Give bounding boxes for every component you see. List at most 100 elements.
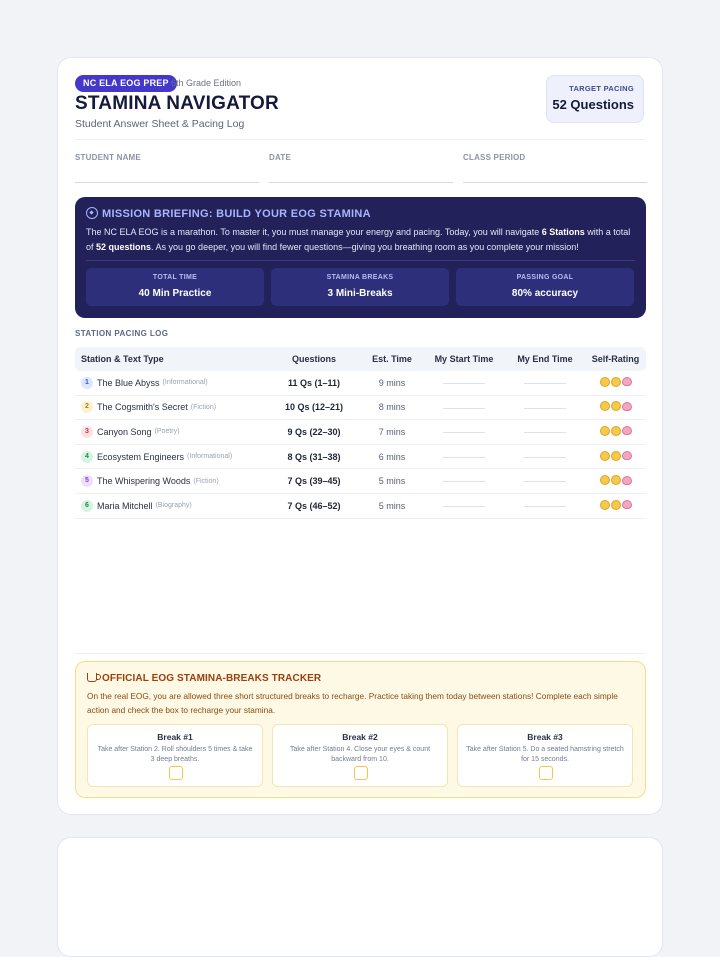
- student-name-line[interactable]: [75, 182, 259, 183]
- break-card-1: Break #1 Take after Station 2. Roll shou…: [87, 724, 263, 787]
- self-rating-cell[interactable]: [585, 475, 646, 487]
- start-time-cell[interactable]: [423, 501, 505, 511]
- station-number-badge: 3: [81, 425, 93, 438]
- smile-face-icon[interactable]: [599, 401, 610, 412]
- table-row: 2 The Cogsmith's Secret (Fiction) 10 Qs (12…: [75, 396, 646, 421]
- questions-cell: 7 Qs (46–52): [287, 500, 341, 511]
- station-number-badge: 1: [81, 376, 93, 389]
- break-desc: Take after Station 5. Do a seated hamstr…: [466, 746, 624, 763]
- date-line[interactable]: [269, 182, 453, 183]
- neutral-face-icon[interactable]: [610, 499, 621, 510]
- end-time-cell[interactable]: [505, 476, 585, 486]
- station-number-badge: 6: [81, 499, 93, 512]
- class-period-line[interactable]: [463, 182, 647, 183]
- neutral-face-icon[interactable]: [610, 425, 621, 436]
- start-time-blank[interactable]: [443, 407, 485, 409]
- end-time-cell[interactable]: [505, 402, 585, 412]
- neutral-face-icon[interactable]: [610, 401, 621, 412]
- brain-icon[interactable]: [621, 401, 632, 411]
- end-time-blank[interactable]: [524, 505, 566, 507]
- brain-icon[interactable]: [621, 426, 632, 436]
- brain-icon[interactable]: [621, 377, 632, 387]
- smile-face-icon[interactable]: [599, 499, 610, 510]
- text-type: (Poetry): [154, 428, 180, 436]
- break-desc: Take after Station 2. Roll shoulders 5 t…: [97, 746, 253, 763]
- start-time-blank[interactable]: [443, 481, 485, 483]
- stat-label: STAMINA BREAKS: [326, 274, 394, 281]
- self-rating-cell[interactable]: [585, 376, 646, 389]
- field-label: STUDENT NAME: [75, 153, 141, 162]
- class-period-field[interactable]: CLASS PERIOD: [463, 153, 647, 183]
- end-time-blank[interactable]: [524, 382, 566, 384]
- start-time-cell[interactable]: [423, 378, 505, 388]
- start-time-cell[interactable]: [423, 402, 505, 412]
- end-time-cell[interactable]: [505, 452, 585, 462]
- neutral-face-icon[interactable]: [610, 450, 621, 461]
- coffee-cup-icon: [87, 673, 101, 682]
- smile-face-icon[interactable]: [599, 425, 610, 436]
- start-time-cell[interactable]: [423, 476, 505, 486]
- end-time-blank[interactable]: [524, 432, 566, 434]
- break-desc: Take after Station 4. Close your eyes & …: [289, 746, 431, 763]
- mission-stations-count: 6 Stations: [541, 227, 585, 237]
- neutral-face-icon[interactable]: [610, 475, 621, 486]
- self-rating-cell[interactable]: [585, 401, 646, 413]
- station-name: The Blue Abyss: [97, 377, 160, 388]
- field-label: CLASS PERIOD: [463, 153, 526, 162]
- smile-face-icon[interactable]: [599, 475, 610, 486]
- col-header-station: Station & Text Type: [81, 354, 164, 364]
- est-time-cell: 5 mins: [378, 500, 406, 511]
- questions-cell: 7 Qs (39–45): [287, 476, 341, 487]
- break-2-checkbox[interactable]: [354, 766, 368, 780]
- break-3-checkbox[interactable]: [539, 766, 553, 780]
- end-time-blank[interactable]: [524, 456, 566, 458]
- date-field[interactable]: DATE: [269, 153, 453, 183]
- log-title: STATION PACING LOG: [75, 329, 169, 338]
- stat-total-time: TOTAL TIME 40 Min Practice: [86, 268, 264, 306]
- stat-value: 40 Min Practice: [138, 288, 212, 299]
- self-rating-cell[interactable]: [585, 499, 646, 512]
- est-time-cell: 7 mins: [378, 426, 406, 437]
- break-title: Break #2: [342, 732, 378, 742]
- brain-icon[interactable]: [621, 475, 632, 485]
- start-time-blank[interactable]: [443, 456, 485, 458]
- start-time-cell[interactable]: [423, 452, 505, 462]
- station-cell: 6 Maria Mitchell (Biography): [75, 499, 267, 512]
- stat-value: 80% accuracy: [511, 288, 579, 299]
- col-header-est-time: Est. Time: [372, 354, 412, 364]
- start-time-blank[interactable]: [443, 382, 485, 384]
- col-header-end-time: My End Time: [517, 354, 573, 364]
- table-row: 5 The Whispering Woods (Fiction) 7 Qs (39–4…: [75, 469, 646, 494]
- end-time-cell[interactable]: [505, 427, 585, 437]
- end-time-blank[interactable]: [524, 481, 566, 483]
- col-header-questions: Questions: [291, 354, 336, 364]
- next-page-card: [57, 837, 663, 957]
- brain-icon[interactable]: [621, 451, 632, 461]
- neutral-face-icon[interactable]: [610, 376, 621, 387]
- self-rating-cell[interactable]: [585, 450, 646, 463]
- self-rating-cell[interactable]: [585, 425, 646, 438]
- station-cell: 2 The Cogsmith's Secret (Fiction): [75, 401, 267, 414]
- start-time-blank[interactable]: [443, 432, 485, 434]
- mission-questions-count: 52 questions: [96, 241, 152, 252]
- start-time-cell[interactable]: [423, 427, 505, 437]
- end-time-cell[interactable]: [505, 378, 585, 388]
- mission-text-part: The NC ELA EOG is a marathon. To master …: [86, 227, 542, 237]
- questions-cell: 9 Qs (22–30): [287, 426, 341, 437]
- stat-passing-goal: PASSING GOAL 80% accuracy: [456, 268, 634, 306]
- table-row: 6 Maria Mitchell (Biography) 7 Qs (46–52) 5 …: [75, 494, 646, 519]
- target-pacing-value: 52 Questions: [552, 97, 634, 112]
- start-time-blank[interactable]: [443, 505, 485, 507]
- end-time-cell[interactable]: [505, 501, 585, 511]
- compass-icon: [86, 207, 98, 219]
- student-name-field[interactable]: STUDENT NAME: [75, 153, 259, 183]
- brain-icon[interactable]: [621, 500, 632, 510]
- station-cell: 1 The Blue Abyss (Informational): [75, 376, 267, 389]
- questions-cell: 8 Qs (31–38): [287, 451, 341, 462]
- text-type: (Fiction): [190, 403, 217, 411]
- smile-face-icon[interactable]: [599, 376, 610, 387]
- end-time-blank[interactable]: [524, 407, 566, 409]
- smile-face-icon[interactable]: [599, 450, 610, 461]
- station-name: Maria Mitchell: [97, 500, 153, 511]
- break-1-checkbox[interactable]: [169, 766, 183, 780]
